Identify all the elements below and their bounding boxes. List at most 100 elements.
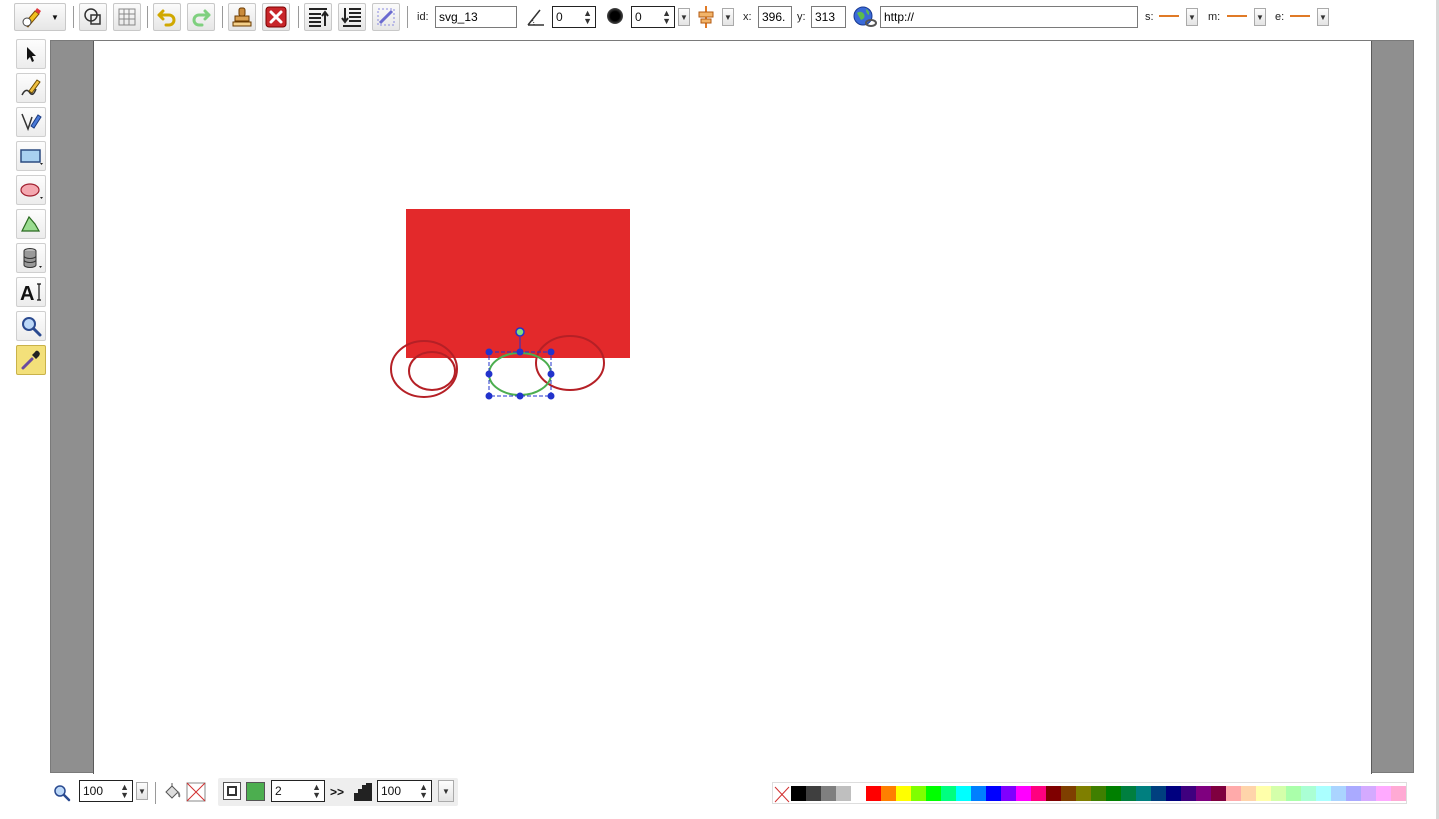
fill-bucket-icon[interactable]	[162, 782, 182, 802]
delete-button[interactable]	[262, 3, 290, 31]
convert-to-path-button[interactable]	[372, 3, 400, 31]
resize-handle-se[interactable]	[547, 392, 555, 400]
palette-swatch[interactable]	[1091, 786, 1106, 801]
more-stroke-options-button[interactable]: >>	[330, 785, 344, 799]
move-to-bottom-button[interactable]	[338, 3, 366, 31]
palette-swatch[interactable]	[1361, 786, 1376, 801]
palette-swatch[interactable]	[821, 786, 836, 801]
main-menu-button[interactable]: ▼	[14, 3, 66, 31]
no-fill-icon[interactable]	[186, 782, 206, 802]
palette-swatch[interactable]	[1346, 786, 1361, 801]
path-tool[interactable]	[16, 107, 46, 137]
redo-button[interactable]	[187, 3, 215, 31]
delete-icon	[265, 6, 287, 28]
palette-swatch[interactable]	[1256, 786, 1271, 801]
palette-swatch[interactable]	[851, 786, 866, 801]
palette-swatch[interactable]	[1106, 786, 1121, 801]
marker-mid-label: m:	[1208, 11, 1221, 23]
clone-button[interactable]	[228, 3, 256, 31]
resize-handle-sw[interactable]	[485, 392, 493, 400]
palette-swatch[interactable]	[1241, 786, 1256, 801]
marker-end-dropdown[interactable]: ▼	[1317, 8, 1329, 26]
palette-swatch[interactable]	[986, 786, 1001, 801]
palette-swatch[interactable]	[1391, 786, 1406, 801]
palette-swatch[interactable]	[1136, 786, 1151, 801]
wireframe-button[interactable]	[79, 3, 107, 31]
selected-green-ellipse[interactable]	[488, 352, 552, 396]
resize-handle-n[interactable]	[516, 348, 524, 356]
y-coordinate-input[interactable]	[811, 6, 846, 28]
marker-mid-dropdown[interactable]: ▼	[1254, 8, 1266, 26]
palette-swatch[interactable]	[941, 786, 956, 801]
link-url-input[interactable]	[880, 6, 1138, 28]
palette-swatch[interactable]	[1166, 786, 1181, 801]
text-tool[interactable]: A	[16, 277, 46, 307]
palette-swatch[interactable]	[956, 786, 971, 801]
resize-handle-nw[interactable]	[485, 348, 493, 356]
marker-start-dropdown[interactable]: ▼	[1186, 8, 1198, 26]
palette-swatch[interactable]	[1016, 786, 1031, 801]
select-tool[interactable]	[16, 39, 46, 69]
palette-swatch[interactable]	[896, 786, 911, 801]
svg-canvas[interactable]	[93, 41, 1372, 774]
palette-swatch[interactable]	[1181, 786, 1196, 801]
undo-button[interactable]	[153, 3, 181, 31]
pencil-tool[interactable]	[16, 73, 46, 103]
reorient-icon	[377, 8, 395, 26]
palette-swatch[interactable]	[911, 786, 926, 801]
palette-swatch[interactable]	[1301, 786, 1316, 801]
grid-button[interactable]	[113, 3, 141, 31]
palette-swatch[interactable]	[1121, 786, 1136, 801]
palette-swatch[interactable]	[881, 786, 896, 801]
eyedropper-icon	[21, 350, 40, 370]
zoom-tool[interactable]	[16, 311, 46, 341]
palette-swatch[interactable]	[1376, 786, 1391, 801]
spinner-arrows-icon: ▲ ▼	[583, 8, 592, 26]
blur-dropdown-button[interactable]: ▼	[678, 8, 690, 26]
palette-swatch[interactable]	[1046, 786, 1061, 801]
opacity-spinner[interactable]: 100 ▲ ▼	[377, 780, 432, 802]
stroke-color-swatch[interactable]	[246, 782, 265, 801]
palette-swatch[interactable]	[1151, 786, 1166, 801]
palette-swatch[interactable]	[1286, 786, 1301, 801]
ellipse-tool[interactable]	[16, 175, 46, 205]
palette-swatch[interactable]	[1226, 786, 1241, 801]
resize-handle-s[interactable]	[516, 392, 524, 400]
stroke-width-spinner[interactable]: 2 ▲ ▼	[271, 780, 325, 802]
palette-swatch[interactable]	[1076, 786, 1091, 801]
palette-swatch[interactable]	[836, 786, 851, 801]
stroke-style-swatch[interactable]	[223, 782, 241, 800]
palette-swatch[interactable]	[1271, 786, 1286, 801]
palette-swatch[interactable]	[1001, 786, 1016, 801]
palette-swatch[interactable]	[1031, 786, 1046, 801]
angle-spinner[interactable]: 0 ▲ ▼	[552, 6, 596, 28]
palette-swatch[interactable]	[971, 786, 986, 801]
palette-swatch[interactable]	[791, 786, 806, 801]
palette-swatch[interactable]	[866, 786, 881, 801]
palette-swatch[interactable]	[1316, 786, 1331, 801]
palette-swatch[interactable]	[1331, 786, 1346, 801]
eyedropper-tool[interactable]	[16, 345, 46, 375]
zoom-dropdown-button[interactable]: ▼	[136, 782, 148, 800]
library-tool[interactable]	[16, 243, 46, 273]
palette-swatch[interactable]	[926, 786, 941, 801]
rotate-handle[interactable]	[515, 327, 525, 337]
palette-swatch[interactable]	[1211, 786, 1226, 801]
opacity-dropdown-button[interactable]: ▼	[438, 780, 454, 802]
zoom-spinner[interactable]: 100 ▲ ▼	[79, 780, 133, 802]
align-dropdown-button[interactable]: ▼	[722, 8, 734, 26]
resize-handle-w[interactable]	[485, 370, 493, 378]
rect-tool[interactable]	[16, 141, 46, 171]
blur-spinner[interactable]: 0 ▲ ▼	[631, 6, 675, 28]
polygon-icon	[21, 215, 41, 232]
no-color-swatch[interactable]	[773, 784, 791, 804]
palette-swatch[interactable]	[1196, 786, 1211, 801]
palette-swatch[interactable]	[1061, 786, 1076, 801]
move-to-top-button[interactable]	[304, 3, 332, 31]
palette-swatch[interactable]	[806, 786, 821, 801]
x-coordinate-input[interactable]	[758, 6, 792, 28]
resize-handle-ne[interactable]	[547, 348, 555, 356]
resize-handle-e[interactable]	[547, 370, 555, 378]
element-id-input[interactable]	[435, 6, 517, 28]
polygon-tool[interactable]	[16, 209, 46, 239]
